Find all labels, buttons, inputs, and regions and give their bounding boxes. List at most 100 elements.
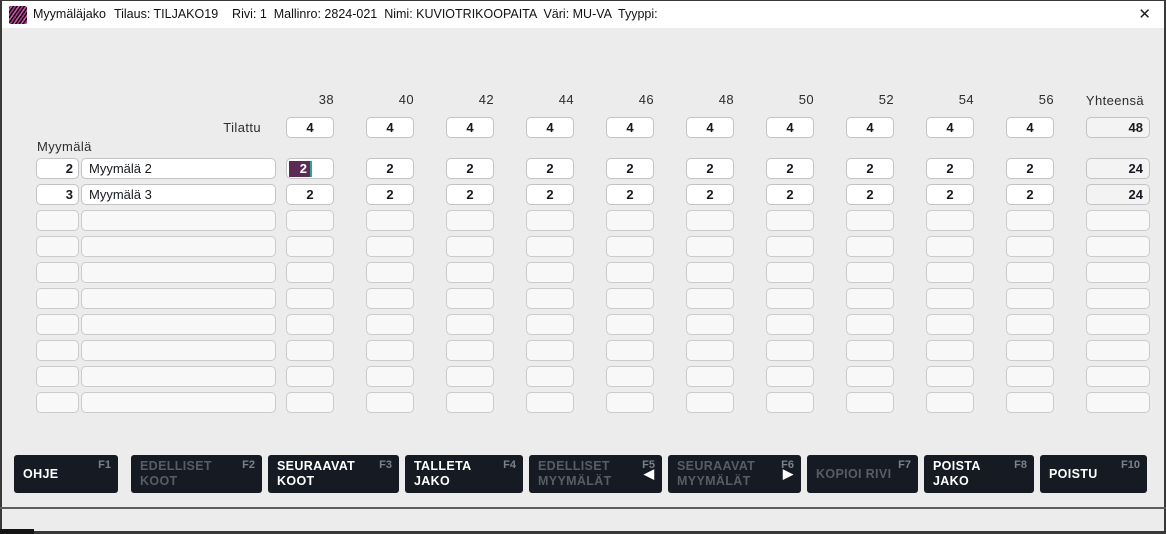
- empty-grid-cell[interactable]: [286, 340, 334, 361]
- talleta-jako-button[interactable]: TALLETA JAKO F4: [405, 455, 523, 493]
- qty-cell[interactable]: 2: [446, 158, 494, 179]
- qty-cell[interactable]: 2: [846, 158, 894, 179]
- empty-grid-cell[interactable]: [766, 392, 814, 413]
- empty-grid-cell[interactable]: [366, 288, 414, 309]
- empty-grid-cell[interactable]: [846, 236, 894, 257]
- empty-grid-cell[interactable]: [926, 288, 974, 309]
- empty-grid-cell[interactable]: [766, 288, 814, 309]
- store-name-field[interactable]: Myymälä 2: [81, 158, 276, 179]
- empty-grid-cell[interactable]: [766, 210, 814, 231]
- empty-grid-cell[interactable]: [81, 288, 276, 309]
- empty-grid-cell[interactable]: [81, 340, 276, 361]
- qty-cell[interactable]: 2: [926, 184, 974, 205]
- store-id-field[interactable]: 3: [36, 184, 79, 205]
- empty-grid-cell[interactable]: [446, 314, 494, 335]
- empty-grid-cell[interactable]: [366, 262, 414, 283]
- empty-grid-cell[interactable]: [926, 366, 974, 387]
- empty-grid-cell[interactable]: [1086, 210, 1150, 231]
- empty-grid-cell[interactable]: [81, 262, 276, 283]
- empty-grid-cell[interactable]: [81, 392, 276, 413]
- empty-grid-cell[interactable]: [686, 314, 734, 335]
- empty-grid-cell[interactable]: [446, 366, 494, 387]
- ordered-qty-cell[interactable]: 4: [286, 117, 334, 138]
- empty-grid-cell[interactable]: [686, 366, 734, 387]
- empty-grid-cell[interactable]: [1086, 340, 1150, 361]
- empty-grid-cell[interactable]: [1006, 262, 1054, 283]
- empty-grid-cell[interactable]: [606, 314, 654, 335]
- empty-grid-cell[interactable]: [81, 314, 276, 335]
- empty-grid-cell[interactable]: [1086, 314, 1150, 335]
- ordered-qty-cell[interactable]: 4: [606, 117, 654, 138]
- empty-grid-cell[interactable]: [446, 288, 494, 309]
- empty-grid-cell[interactable]: [1006, 392, 1054, 413]
- empty-grid-cell[interactable]: [846, 210, 894, 231]
- empty-grid-cell[interactable]: [286, 262, 334, 283]
- empty-grid-cell[interactable]: [1006, 210, 1054, 231]
- ordered-qty-cell[interactable]: 4: [766, 117, 814, 138]
- empty-grid-cell[interactable]: [1086, 236, 1150, 257]
- empty-grid-cell[interactable]: [1086, 366, 1150, 387]
- empty-grid-cell[interactable]: [81, 210, 276, 231]
- empty-grid-cell[interactable]: [606, 236, 654, 257]
- poistu-button[interactable]: POISTU F10: [1040, 455, 1147, 493]
- qty-cell[interactable]: 2: [1006, 158, 1054, 179]
- empty-grid-cell[interactable]: [606, 340, 654, 361]
- empty-grid-cell[interactable]: [526, 210, 574, 231]
- qty-cell[interactable]: 2: [606, 184, 654, 205]
- empty-grid-cell[interactable]: [446, 392, 494, 413]
- empty-grid-cell[interactable]: [81, 366, 276, 387]
- empty-grid-cell[interactable]: [366, 340, 414, 361]
- empty-grid-cell[interactable]: [606, 210, 654, 231]
- empty-grid-cell[interactable]: [766, 262, 814, 283]
- empty-grid-cell[interactable]: [1086, 392, 1150, 413]
- qty-cell[interactable]: 2: [686, 158, 734, 179]
- qty-cell[interactable]: 2: [686, 184, 734, 205]
- empty-grid-cell[interactable]: [766, 314, 814, 335]
- empty-grid-cell[interactable]: [526, 236, 574, 257]
- empty-grid-cell[interactable]: [446, 236, 494, 257]
- empty-grid-cell[interactable]: [526, 314, 574, 335]
- empty-grid-cell[interactable]: [36, 366, 79, 387]
- empty-grid-cell[interactable]: [1006, 340, 1054, 361]
- ordered-qty-cell[interactable]: 4: [446, 117, 494, 138]
- empty-grid-cell[interactable]: [36, 236, 79, 257]
- empty-grid-cell[interactable]: [446, 340, 494, 361]
- empty-grid-cell[interactable]: [36, 314, 79, 335]
- empty-grid-cell[interactable]: [1006, 236, 1054, 257]
- ordered-qty-cell[interactable]: 4: [926, 117, 974, 138]
- empty-grid-cell[interactable]: [366, 314, 414, 335]
- empty-grid-cell[interactable]: [286, 210, 334, 231]
- qty-cell[interactable]: 2: [526, 184, 574, 205]
- empty-grid-cell[interactable]: [286, 236, 334, 257]
- empty-grid-cell[interactable]: [686, 262, 734, 283]
- qty-cell[interactable]: 2: [286, 184, 334, 205]
- empty-grid-cell[interactable]: [606, 392, 654, 413]
- close-icon[interactable]: ✕: [1138, 1, 1151, 28]
- ordered-qty-cell[interactable]: 4: [686, 117, 734, 138]
- empty-grid-cell[interactable]: [526, 340, 574, 361]
- empty-grid-cell[interactable]: [446, 210, 494, 231]
- qty-cell[interactable]: 2: [606, 158, 654, 179]
- empty-grid-cell[interactable]: [766, 340, 814, 361]
- empty-grid-cell[interactable]: [286, 392, 334, 413]
- qty-cell[interactable]: 2: [446, 184, 494, 205]
- empty-grid-cell[interactable]: [81, 236, 276, 257]
- empty-grid-cell[interactable]: [686, 392, 734, 413]
- empty-grid-cell[interactable]: [286, 314, 334, 335]
- empty-grid-cell[interactable]: [686, 340, 734, 361]
- empty-grid-cell[interactable]: [286, 288, 334, 309]
- qty-cell[interactable]: 2: [366, 184, 414, 205]
- empty-grid-cell[interactable]: [846, 340, 894, 361]
- empty-grid-cell[interactable]: [526, 366, 574, 387]
- ordered-qty-cell[interactable]: 4: [366, 117, 414, 138]
- empty-grid-cell[interactable]: [1086, 262, 1150, 283]
- empty-grid-cell[interactable]: [926, 314, 974, 335]
- seuraavat-koot-button[interactable]: SEURAAVAT KOOT F3: [268, 455, 399, 493]
- store-name-field[interactable]: Myymälä 3: [81, 184, 276, 205]
- empty-grid-cell[interactable]: [36, 262, 79, 283]
- empty-grid-cell[interactable]: [926, 340, 974, 361]
- ordered-qty-cell[interactable]: 4: [1006, 117, 1054, 138]
- empty-grid-cell[interactable]: [366, 210, 414, 231]
- empty-grid-cell[interactable]: [846, 392, 894, 413]
- empty-grid-cell[interactable]: [846, 366, 894, 387]
